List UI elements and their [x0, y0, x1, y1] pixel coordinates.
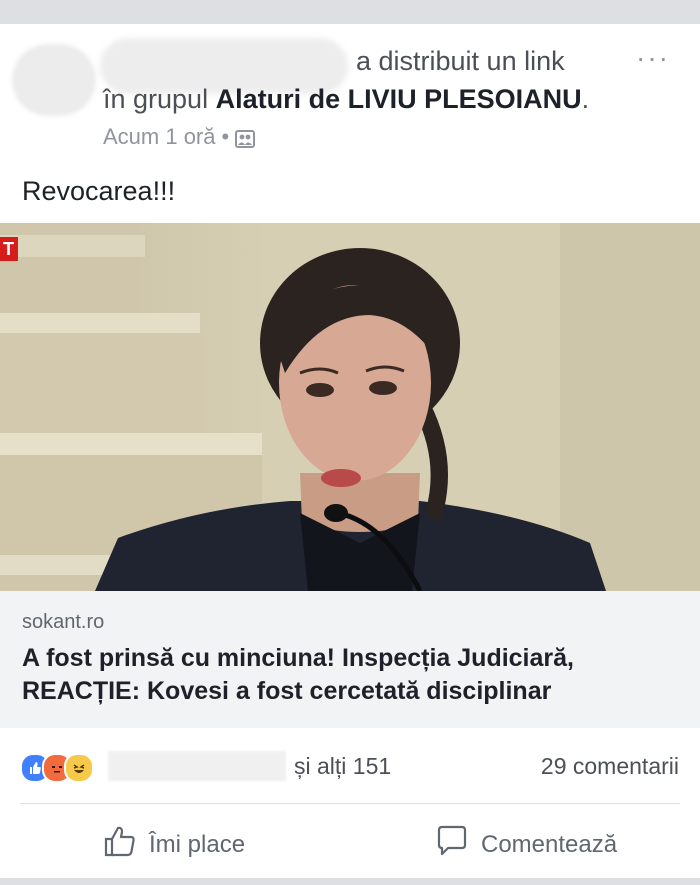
comment-button[interactable]: Comentează	[435, 824, 617, 865]
like-button[interactable]: Îmi place	[103, 824, 245, 865]
in-group-prefix: în grupul	[103, 84, 209, 114]
feed-post-card: a distribuit un link în grupul Alaturi d…	[0, 24, 700, 878]
avatar[interactable]	[12, 44, 96, 116]
feed-gap-bottom	[0, 878, 700, 885]
haha-reaction-icon	[64, 753, 94, 783]
more-options-button[interactable]: ···	[636, 42, 670, 74]
group-name-link[interactable]: Alaturi de LIVIU PLESOIANU	[216, 84, 582, 114]
reaction-count[interactable]: și alți 151	[294, 753, 391, 780]
group-suffix: .	[581, 84, 590, 114]
comment-bubble-icon	[435, 824, 469, 865]
thumbs-up-icon	[103, 824, 137, 865]
post-message: Revocarea!!!	[22, 176, 176, 206]
post-meta: Acum 1 oră •	[103, 124, 256, 150]
reactions-summary[interactable]	[20, 753, 94, 783]
meta-separator: •	[221, 124, 230, 149]
link-preview-image[interactable]: T	[0, 223, 700, 591]
feed-gap-top	[0, 0, 700, 24]
group-privacy-icon	[235, 128, 256, 148]
link-domain: sokant.ro	[22, 611, 105, 633]
link-preview[interactable]: sokant.ro A fost prinsă cu minciuna! Ins…	[0, 591, 700, 728]
comment-button-label: Comentează	[481, 830, 618, 858]
like-button-label: Îmi place	[149, 830, 246, 858]
link-title[interactable]: A fost prinsă cu minciuna! Inspecția Jud…	[22, 642, 682, 708]
group-line: în grupul Alaturi de LIVIU PLESOIANU.	[103, 84, 589, 115]
corner-tag-text: T	[3, 239, 14, 259]
comments-count[interactable]: 29 comentarii	[541, 753, 679, 780]
shared-link-text: a distribuit un link	[356, 46, 565, 76]
divider	[20, 803, 680, 804]
post-timestamp[interactable]: Acum 1 oră	[103, 124, 216, 150]
reactor-names-redacted	[108, 751, 286, 781]
